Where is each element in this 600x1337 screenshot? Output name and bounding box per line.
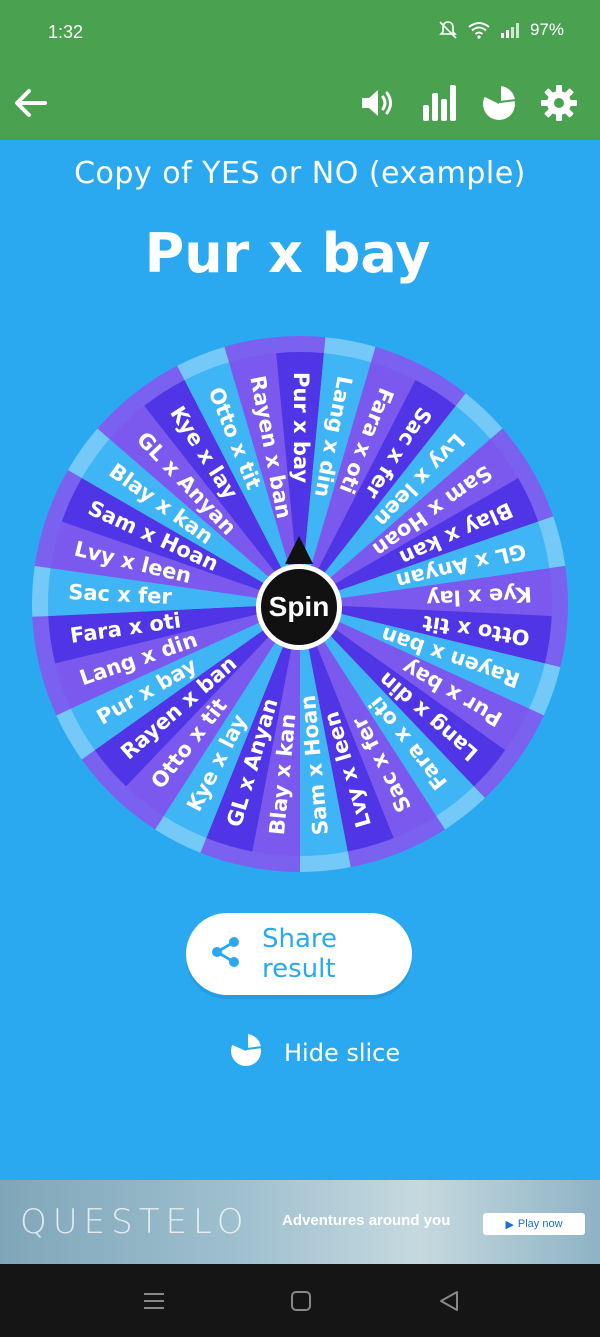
ad-tagline: Adventures around you bbox=[282, 1212, 451, 1229]
ad-play-now-button[interactable]: ▶ Play now bbox=[483, 1213, 585, 1235]
back-arrow-icon[interactable] bbox=[6, 78, 56, 128]
app-bar bbox=[0, 66, 600, 140]
volume-icon[interactable] bbox=[354, 78, 404, 128]
ad-banner[interactable]: QUESTELO Adventures around you ▶ Play no… bbox=[0, 1180, 600, 1264]
signal-icon bbox=[500, 22, 520, 38]
play-icon: ▶ bbox=[505, 1218, 514, 1231]
recents-menu-icon[interactable] bbox=[139, 1288, 169, 1314]
status-bar: 1:32 97% bbox=[0, 0, 600, 66]
wheel-slice-label: Kye x lay bbox=[426, 582, 533, 611]
hide-slice-button[interactable]: Hide slice bbox=[228, 1031, 401, 1073]
wheel-slice-label: Pur x bay bbox=[289, 372, 313, 483]
share-result-button[interactable]: Share result bbox=[186, 913, 412, 995]
system-nav-bar bbox=[0, 1264, 600, 1337]
home-square-icon[interactable] bbox=[286, 1288, 316, 1314]
wheel-slice-label: Sac x fer bbox=[68, 580, 173, 609]
ad-cta-label: Play now bbox=[517, 1218, 563, 1230]
share-icon bbox=[210, 936, 242, 973]
pie-chart-icon[interactable] bbox=[474, 78, 524, 128]
hide-slice-label: Hide slice bbox=[284, 1038, 401, 1067]
back-triangle-icon[interactable] bbox=[434, 1288, 464, 1314]
spin-button[interactable]: Spin bbox=[256, 564, 342, 650]
status-icons: 97% bbox=[438, 20, 564, 40]
pie-slice-icon bbox=[228, 1031, 264, 1073]
result-title: Pur x bay bbox=[144, 222, 431, 285]
bar-chart-icon[interactable] bbox=[414, 78, 464, 128]
wheel-subtitle: Copy of YES or NO (example) bbox=[74, 156, 526, 191]
status-time: 1:32 bbox=[48, 22, 84, 42]
wifi-icon bbox=[468, 21, 490, 39]
battery-level: 97% bbox=[529, 20, 564, 39]
share-result-label: Share result bbox=[262, 924, 338, 984]
mute-bell-icon bbox=[438, 20, 458, 40]
gear-icon[interactable] bbox=[534, 78, 584, 128]
ad-brand: QUESTELO bbox=[20, 1202, 250, 1242]
